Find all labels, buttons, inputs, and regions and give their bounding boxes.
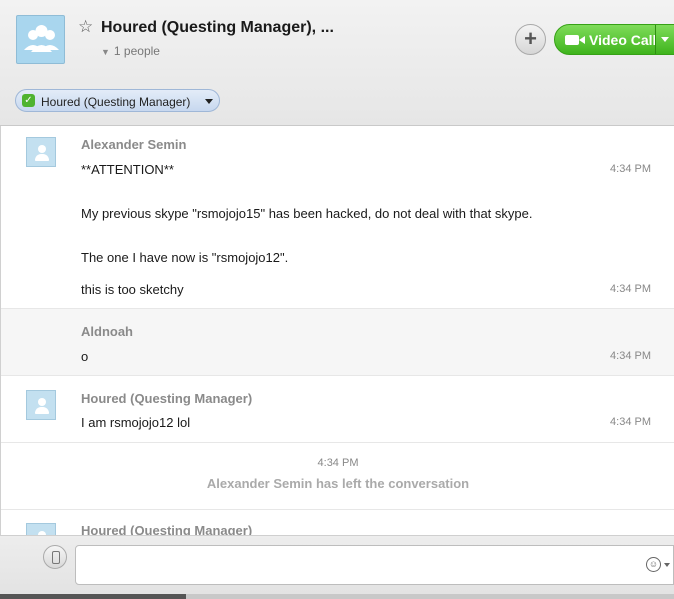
message-group: Houred (Questing Manager) I am rsmojojo1… (1, 376, 674, 443)
video-camera-icon (565, 35, 585, 45)
plus-icon: + (524, 26, 537, 51)
message-time: 4:34 PM (610, 163, 651, 175)
add-participant-button[interactable]: + (515, 24, 546, 55)
sender-name: Houred (Questing Manager) (81, 391, 253, 406)
emoticon-icon[interactable]: ☺ (646, 557, 661, 572)
window-bottom-edge (0, 594, 674, 599)
participant-pill[interactable]: ✓ Houred (Questing Manager) (15, 89, 220, 112)
chevron-down-icon[interactable] (661, 37, 669, 42)
group-users-icon (24, 25, 59, 52)
avatar[interactable] (26, 390, 56, 420)
message-input[interactable]: ☺ (75, 545, 674, 585)
system-message: Alexander Semin has left the conversatio… (206, 476, 470, 491)
conversation-title: Houred (Questing Manager), ... (101, 19, 334, 36)
mobile-phone-icon[interactable] (43, 545, 67, 569)
participants-toggle[interactable]: ▼ 1 people (101, 44, 160, 58)
message-group: Aldnoah o 4:34 PM (1, 309, 674, 376)
sender-name: Alexander Semin (81, 137, 187, 152)
avatar[interactable] (26, 137, 56, 167)
conversation-header: ☆ Houred (Questing Manager), ... ▼ 1 peop… (0, 0, 674, 126)
message-time: 4:34 PM (610, 350, 651, 362)
message-text: o (81, 349, 89, 364)
chevron-down-icon[interactable] (664, 563, 670, 567)
avatar[interactable] (26, 523, 56, 535)
message-time: 4:34 PM (610, 283, 651, 295)
system-event: 4:34 PM Alexander Semin has left the con… (1, 443, 674, 510)
participants-count: 1 people (113, 44, 160, 58)
video-call-label: Video Call (589, 32, 657, 48)
triangle-down-icon: ▼ (101, 47, 110, 57)
system-time: 4:34 PM (317, 457, 359, 469)
group-avatar[interactable] (16, 15, 65, 64)
message-text: **ATTENTION** (81, 162, 174, 177)
message-text: this is too sketchy (81, 282, 184, 297)
star-icon[interactable]: ☆ (78, 18, 93, 36)
chat-history[interactable]: Alexander Semin **ATTENTION** 4:34 PM My… (0, 126, 674, 535)
message-text: The one I have now is "rsmojojo12". (81, 250, 289, 265)
video-call-button[interactable]: Video Call (554, 24, 674, 55)
message-group: Alexander Semin **ATTENTION** 4:34 PM My… (1, 126, 674, 309)
message-group: Houred (Questing Manager) (1, 510, 674, 535)
window-bottom-edge-dark (0, 594, 186, 599)
message-text: I am rsmojojo12 lol (81, 415, 191, 430)
sender-name: Houred (Questing Manager) (81, 523, 253, 535)
message-composer: ☺ (0, 535, 674, 599)
sender-name: Aldnoah (81, 324, 133, 339)
online-status-icon: ✓ (22, 94, 35, 107)
button-divider (655, 25, 656, 54)
message-text: My previous skype "rsmojojo15" has been … (81, 206, 533, 221)
chevron-down-icon (205, 99, 213, 104)
participant-pill-label: Houred (Questing Manager) (41, 95, 191, 109)
message-time: 4:34 PM (610, 416, 651, 428)
